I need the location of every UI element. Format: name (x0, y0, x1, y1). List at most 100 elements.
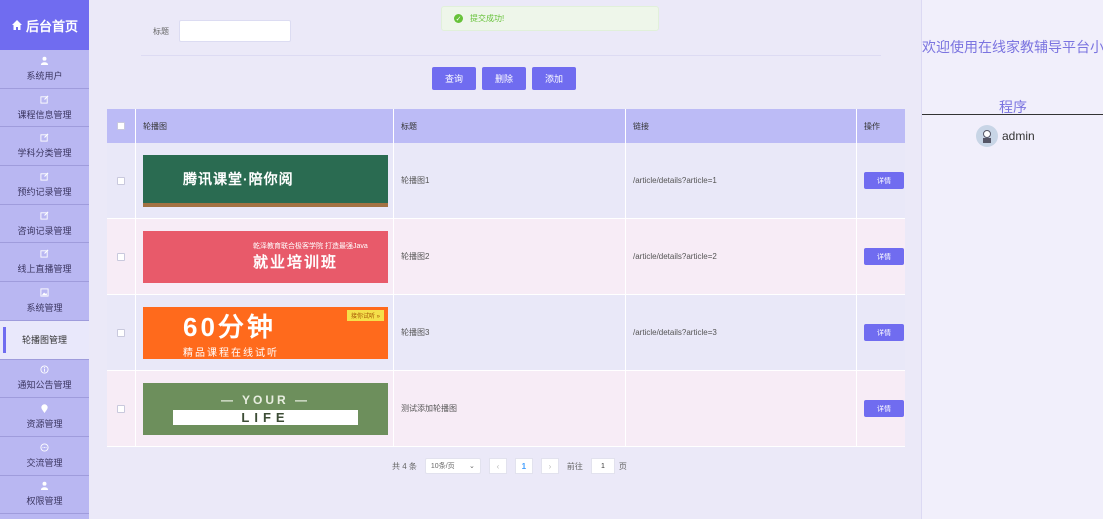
sidebar-item-live[interactable]: 线上直播管理 (0, 243, 89, 283)
sidebar-item-label: 轮播图管理 (21, 335, 67, 346)
row-checkbox-cell (107, 295, 136, 370)
sidebar-item-label: 系统用户 (26, 70, 63, 81)
detail-button[interactable]: 详情 (864, 172, 904, 189)
row-checkbox[interactable] (117, 404, 125, 413)
row-checkbox-cell (107, 219, 136, 294)
sidebar-item-label: 咨询记录管理 (17, 225, 72, 236)
user-avatar-icon (983, 130, 991, 143)
row-checkbox[interactable] (117, 252, 125, 261)
pagination: 共 4 条 10条/页 ⌄ ‹ 1 › 前往 1 页 (392, 458, 627, 474)
sidebar-item-label: 交流管理 (26, 457, 63, 468)
check-circle-icon: ✓ (454, 14, 463, 23)
detail-button[interactable]: 详情 (864, 324, 904, 341)
table-row: 腾讯课堂·陪你阅 轮播图1 /article/details?article=1… (107, 143, 905, 219)
detail-button[interactable]: 详情 (864, 400, 904, 417)
link-cell: /article/details?article=3 (626, 295, 857, 370)
banner-subtext: LIFE (173, 409, 358, 425)
home-link[interactable]: 后台首页 (0, 0, 89, 50)
column-header-title: 标题 (394, 109, 626, 143)
sidebar-item-label: 线上直播管理 (17, 264, 72, 275)
sidebar-item-label: 学科分类管理 (17, 148, 72, 159)
sidebar-item-permissions[interactable]: 权限管理 (0, 476, 89, 515)
add-button[interactable]: 添加 (532, 67, 577, 90)
avatar (976, 125, 998, 147)
sidebar-item-label: 系统管理 (26, 302, 63, 313)
row-checkbox[interactable] (117, 176, 125, 185)
banner-image: 腾讯课堂·陪你阅 (143, 154, 388, 207)
sidebar-item-system[interactable]: 系统管理 (0, 282, 89, 321)
success-toast: ✓ 提交成功! (441, 6, 659, 31)
title-cell: 轮播图1 (394, 143, 626, 218)
column-header-banner: 轮播图 (136, 109, 394, 143)
banner-image: 乾泽教育联合极客学院 打造最强Java 就业培训班 (143, 230, 388, 283)
sidebar-item-subjects[interactable]: 学科分类管理 (0, 127, 89, 167)
action-cell: 详情 (857, 371, 905, 446)
next-page-button[interactable]: › (540, 458, 559, 474)
edit-icon (40, 95, 49, 104)
title-cell: 轮播图2 (394, 219, 626, 294)
sidebar-item-label: 课程信息管理 (17, 109, 72, 120)
image-icon (40, 288, 49, 297)
banner-cell: 乾泽教育联合极客学院 打造最强Java 就业培训班 (136, 219, 394, 294)
banner-image: 接你试听 » 60分钟 精品课程在线试听 (143, 306, 388, 359)
column-header-action: 操作 (864, 121, 880, 131)
edit-icon (40, 172, 49, 181)
right-panel: 欢迎使用在线家教辅导平台小程序 admin (921, 0, 1103, 519)
sidebar-item-notices[interactable]: 通知公告管理 (0, 360, 89, 399)
banner-subtext: 精品课程在线试听 (183, 347, 279, 359)
action-cell: 详情 (857, 143, 905, 218)
row-checkbox[interactable] (117, 328, 125, 337)
link-cell (626, 371, 857, 446)
goto-page-input[interactable]: 1 (590, 458, 615, 474)
query-button[interactable]: 查询 (432, 67, 477, 90)
user-info[interactable]: admin (976, 125, 1035, 147)
banner-text: 就业培训班 (253, 254, 339, 271)
goto-prefix: 前往 (566, 461, 583, 471)
page-size-select[interactable]: 10条/页 ⌄ (424, 458, 481, 474)
title-search-input[interactable] (179, 20, 291, 42)
sidebar-item-communication[interactable]: 交流管理 (0, 437, 89, 476)
user-icon (40, 482, 49, 491)
sidebar-item-label: 预约记录管理 (17, 186, 72, 197)
sidebar-item-label: 权限管理 (26, 496, 63, 507)
toast-message: 提交成功! (470, 14, 505, 23)
divider (922, 114, 1103, 115)
brand-label: 后台首页 (25, 18, 78, 34)
sidebar-item-bookings[interactable]: 预约记录管理 (0, 166, 89, 205)
main-content: 标题 ✓ 提交成功! 查询 删除 添加 轮播图 标题 链接 操作 腾讯课堂·陪你… (89, 0, 921, 519)
sidebar-item-system-users[interactable]: 系统用户 (0, 50, 89, 89)
sidebar: 后台首页 系统用户 课程信息管理 学科分类管理 预约记录管理 咨询记录管理 线上… (0, 0, 89, 519)
prev-page-button[interactable]: ‹ (488, 458, 507, 474)
detail-button[interactable]: 详情 (864, 248, 904, 265)
sidebar-item-consultations[interactable]: 咨询记录管理 (0, 205, 89, 244)
banner-tag: 接你试听 » (346, 309, 384, 321)
title-cell: 轮播图3 (394, 295, 626, 370)
home-icon (11, 20, 22, 30)
link-cell: /article/details?article=1 (626, 143, 857, 218)
location-icon (41, 404, 48, 414)
total-count: 共 4 条 (392, 461, 417, 471)
info-icon (40, 365, 49, 374)
edit-icon (40, 133, 49, 142)
banner-text: — YOUR — (220, 392, 311, 407)
username: admin (1002, 129, 1035, 143)
sidebar-item-resources[interactable]: 资源管理 (0, 398, 89, 437)
sidebar-item-label: 资源管理 (26, 419, 63, 430)
table-row: — YOUR — LIFE 测试添加轮播图 详情 (107, 371, 905, 447)
banner-cell: 腾讯课堂·陪你阅 (136, 143, 394, 218)
search-row: 标题 (153, 20, 291, 42)
banner-text: 腾讯课堂·陪你阅 (183, 170, 294, 187)
select-all-checkbox[interactable] (117, 122, 125, 130)
title-cell: 测试添加轮播图 (394, 371, 626, 446)
page-number[interactable]: 1 (514, 458, 533, 474)
delete-button[interactable]: 删除 (482, 67, 527, 90)
toolbar: 查询 删除 添加 (432, 67, 577, 90)
banner-cell: — YOUR — LIFE (136, 371, 394, 446)
edit-icon (40, 211, 49, 220)
banner-subtext: 乾泽教育联合极客学院 打造最强Java (253, 243, 368, 250)
goto-suffix: 页 (618, 461, 627, 471)
page-size-value: 10条/页 (430, 463, 455, 470)
sidebar-item-courses[interactable]: 课程信息管理 (0, 89, 89, 128)
sidebar-item-carousel[interactable]: 轮播图管理 (0, 320, 89, 360)
carousel-table: 轮播图 标题 链接 操作 腾讯课堂·陪你阅 轮播图1 /article/deta… (107, 109, 905, 447)
